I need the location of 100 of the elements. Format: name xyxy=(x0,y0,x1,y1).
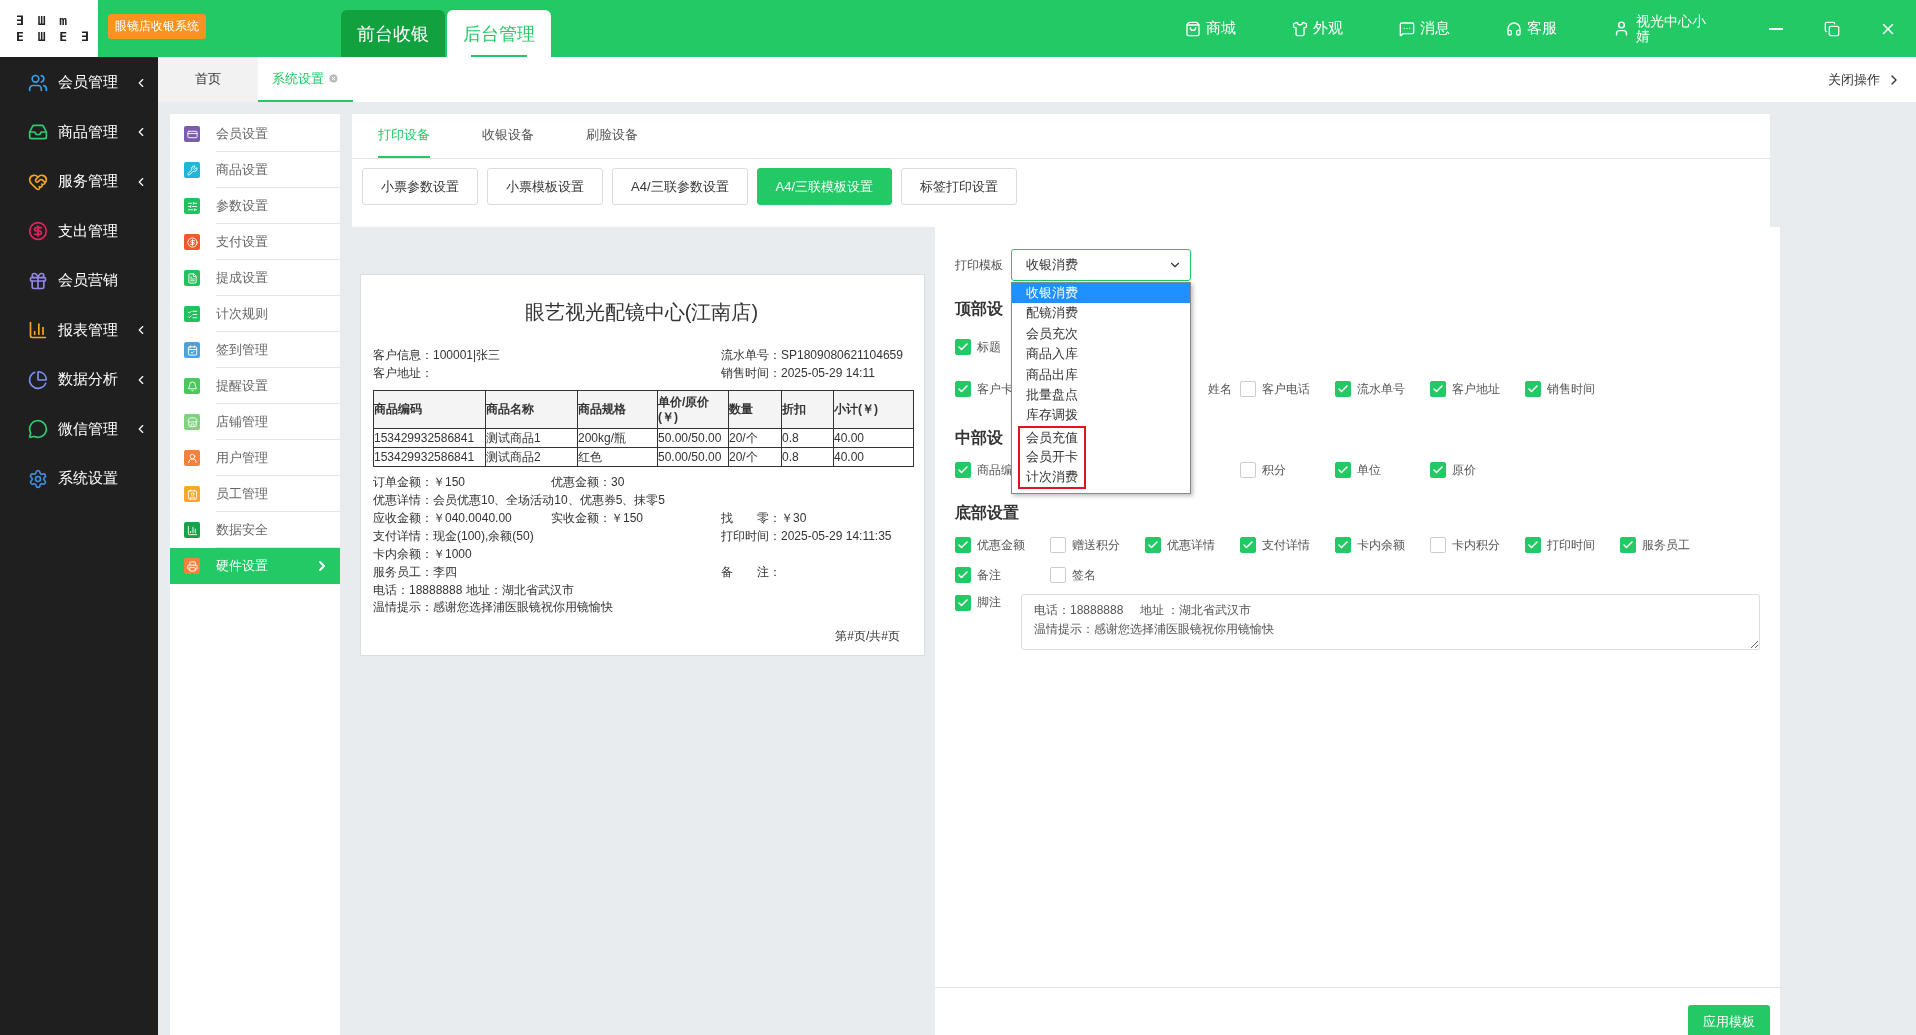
receipt-field: 卡内余额：￥1000 xyxy=(373,546,551,564)
checkbox[interactable] xyxy=(1335,462,1351,478)
dropdown-option[interactable]: 会员开卡 xyxy=(1020,447,1084,467)
checkbox-label: 销售时间 xyxy=(1547,380,1595,398)
checkbox[interactable] xyxy=(955,462,971,478)
table-cell: 测试商品1 xyxy=(485,428,578,448)
receipt-field: 销售时间：2025-05-29 14:11 xyxy=(721,364,910,382)
checkbox-label: 卡内积分 xyxy=(1452,536,1500,554)
checkbox[interactable] xyxy=(1335,537,1351,553)
shirt-icon xyxy=(1292,20,1308,37)
checkbox[interactable] xyxy=(1430,537,1446,553)
check-icon xyxy=(957,539,969,551)
checkbox[interactable] xyxy=(1240,462,1256,478)
dropdown-option[interactable]: 批量盘点 xyxy=(1012,384,1190,406)
template-select[interactable]: 收银消费 xyxy=(1011,249,1191,281)
checkbox[interactable] xyxy=(955,381,971,397)
sidebar-item[interactable]: 数据分析 xyxy=(0,355,158,405)
sidebar-item[interactable]: 系统设置 xyxy=(0,454,158,504)
message-icon xyxy=(1399,20,1415,37)
checkbox[interactable] xyxy=(1335,381,1351,397)
receipt-field: 优惠详情：会员优惠10、全场活动10、优惠券5、抹零5 xyxy=(373,491,910,509)
table-cell: 0.8 xyxy=(781,428,834,448)
checkbox-label: 姓名 xyxy=(1207,380,1233,398)
check-icon xyxy=(1622,539,1634,551)
checkbox[interactable] xyxy=(1620,537,1636,553)
receipt-field: 应收金额：￥040.0040.00 xyxy=(373,510,551,528)
checkbox-label: 打印时间 xyxy=(1547,536,1595,554)
section-heading: 顶部设 xyxy=(955,299,1003,319)
checkbox-label: 流水单号 xyxy=(1357,380,1405,398)
sidebar-item[interactable]: 会员营销 xyxy=(0,256,158,306)
dropdown-option[interactable]: 会员充值 xyxy=(1020,427,1084,448)
print-setting-button[interactable]: 标签打印设置 xyxy=(901,168,1018,205)
field-label: 打印模板 xyxy=(955,256,1003,274)
checkbox[interactable] xyxy=(1430,462,1446,478)
sidebar-item[interactable]: 商品管理 xyxy=(0,107,158,157)
device-tab[interactable]: 收银设备 xyxy=(482,114,534,158)
close-tabs-button[interactable]: 关闭操作 xyxy=(1822,57,1916,102)
checkbox[interactable] xyxy=(1430,381,1446,397)
check-icon xyxy=(1337,539,1349,551)
checkbox[interactable] xyxy=(955,594,971,611)
page-number: 第#页/共#页 xyxy=(835,628,900,645)
receipt-field: 客户信息：100001|张三 xyxy=(373,346,551,364)
receipt-field: 订单金额：￥150 xyxy=(373,473,551,491)
dropdown-option[interactable]: 库存调拨 xyxy=(1012,405,1190,426)
headset-icon xyxy=(1506,20,1522,37)
dropdown-option[interactable]: 配镜消费 xyxy=(1012,303,1190,324)
checkbox[interactable] xyxy=(1525,537,1541,553)
sidebar-item[interactable]: 支出管理 xyxy=(0,206,158,256)
checkbox[interactable] xyxy=(955,537,971,553)
check-icon xyxy=(1527,383,1539,395)
sidebar-item[interactable]: 报表管理 xyxy=(0,305,158,355)
checkbox[interactable] xyxy=(1050,567,1066,583)
section-heading: 中部设 xyxy=(955,428,1003,448)
checkbox[interactable] xyxy=(1240,381,1256,397)
section-heading: 底部设置 xyxy=(955,503,1019,523)
print-setting-button[interactable]: 小票模板设置 xyxy=(487,168,603,205)
checkbox[interactable] xyxy=(1145,537,1161,553)
page-tab[interactable]: 首页 xyxy=(158,57,258,102)
logo: ∃ Ш m E Ш E ∃ xyxy=(0,0,98,57)
dropdown-option[interactable]: 会员充次 xyxy=(1012,323,1190,345)
table-cell: 50.00/50.00 xyxy=(657,447,729,467)
sidebar-item[interactable]: 会员管理 xyxy=(0,58,158,108)
device-tab[interactable]: 刷脸设备 xyxy=(586,114,638,158)
table-cell: 153429932586841 xyxy=(373,428,486,448)
table-cell: 测试商品2 xyxy=(485,447,578,467)
checkbox-label: 脚注 xyxy=(977,594,1001,611)
table-cell: 20/个 xyxy=(728,428,782,448)
check-icon xyxy=(957,464,969,476)
dropdown-option[interactable]: 计次消费 xyxy=(1020,466,1084,487)
checkbox-label: 服务员工 xyxy=(1642,536,1690,554)
sidebar-item[interactable]: 微信管理 xyxy=(0,404,158,454)
receipt-field: 支付详情：现金(100),余额(50) xyxy=(373,528,551,546)
checkbox[interactable] xyxy=(955,339,971,355)
checkbox-label: 赠送积分 xyxy=(1072,536,1120,554)
bag-icon xyxy=(1185,20,1201,37)
checkbox-label: 卡内余额 xyxy=(1357,536,1405,554)
dropdown-option[interactable]: 商品出库 xyxy=(1012,364,1190,385)
checkbox-label: 客户地址 xyxy=(1452,380,1500,398)
checkbox[interactable] xyxy=(1525,381,1541,397)
checkbox[interactable] xyxy=(1240,537,1256,553)
checkbox-label: 客户电话 xyxy=(1262,380,1310,398)
close-icon[interactable] xyxy=(328,73,339,84)
footnote-field[interactable]: 电话：18888888 地址 ：湖北省武汉市 温情提示：感谢您选择浦医眼镜祝你用镜愉快 xyxy=(1021,594,1760,650)
check-icon xyxy=(1337,383,1349,395)
print-setting-button[interactable]: A4/三联参数设置 xyxy=(612,168,748,205)
print-setting-button[interactable]: 小票参数设置 xyxy=(362,168,478,205)
check-icon xyxy=(1432,464,1444,476)
checkbox[interactable] xyxy=(955,567,971,583)
sidebar-item[interactable]: 服务管理 xyxy=(0,157,158,207)
checkbox[interactable] xyxy=(1050,537,1066,553)
table-header: 数量 xyxy=(728,390,782,429)
dropdown-option[interactable]: 商品入库 xyxy=(1012,344,1190,365)
check-icon xyxy=(1242,539,1254,551)
table-cell: 50.00/50.00 xyxy=(657,428,729,448)
checkbox-label: 优惠金额 xyxy=(977,536,1025,554)
table-cell: 红色 xyxy=(577,447,658,467)
table-cell: 0.8 xyxy=(781,447,834,467)
checkbox-label: 原价 xyxy=(1452,461,1476,479)
receipt-field: 打印时间：2025-05-29 14:11:35 xyxy=(721,528,910,546)
table-header: 商品编码 xyxy=(373,390,486,429)
